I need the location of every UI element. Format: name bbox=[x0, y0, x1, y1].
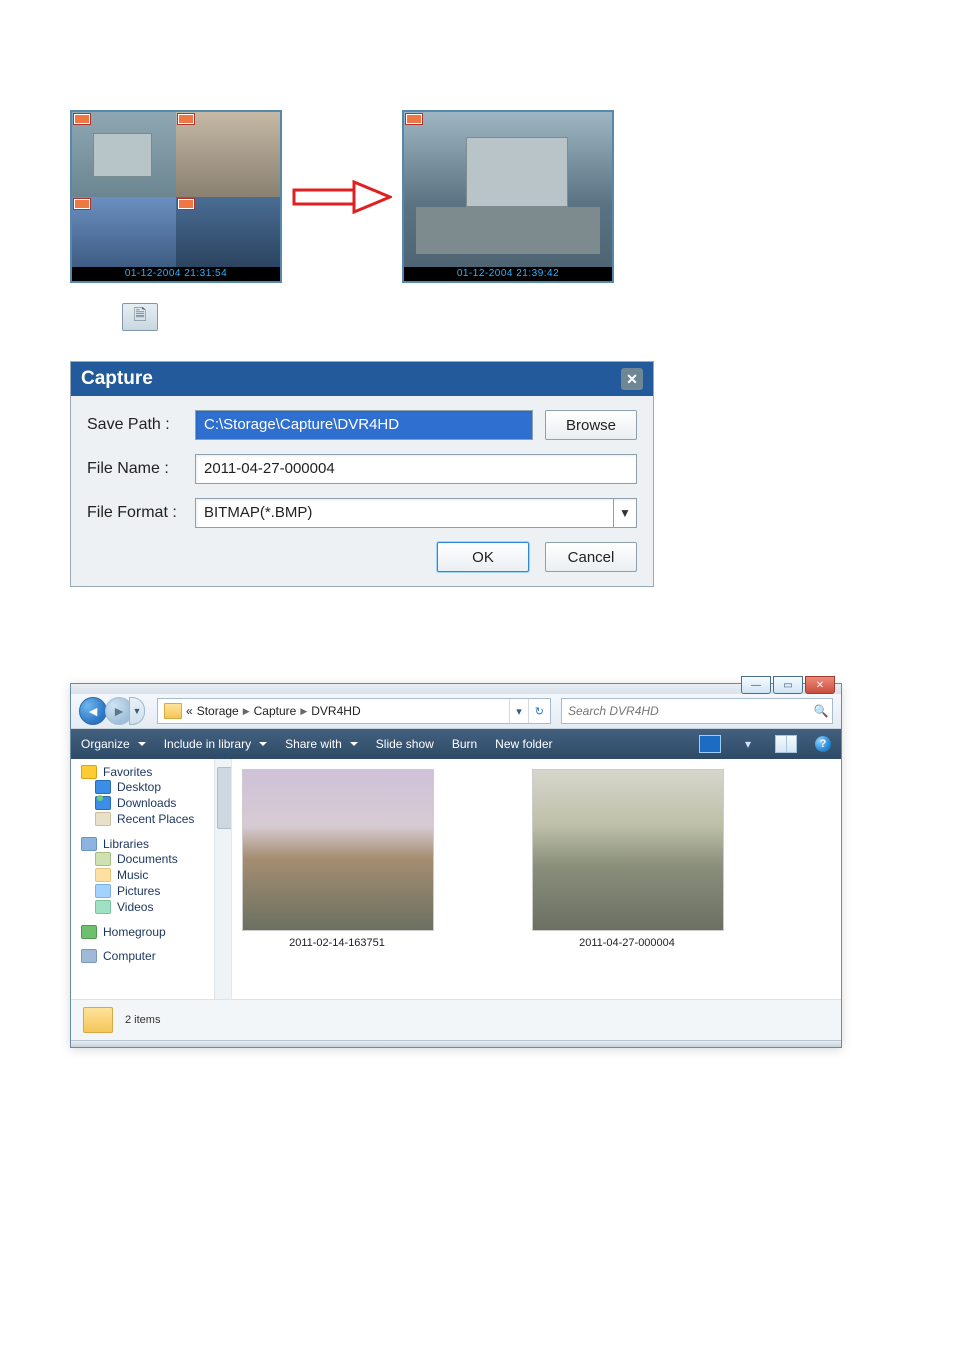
preview-comparison: 01-12-2004 21:31:54 01-12-2004 21:39:42 bbox=[70, 110, 954, 283]
nav-homegroup[interactable]: Homegroup bbox=[81, 925, 231, 939]
quad-timestamp: 01-12-2004 21:31:54 bbox=[72, 267, 280, 281]
file-thumbnail bbox=[532, 769, 724, 931]
capture-toolbar-button[interactable]: 🗎 bbox=[122, 303, 158, 331]
dialog-title: Capture bbox=[81, 368, 153, 390]
nav-videos[interactable]: Videos bbox=[81, 899, 231, 915]
music-icon bbox=[95, 868, 111, 882]
toolbar-burn[interactable]: Burn bbox=[452, 737, 477, 751]
file-format-select[interactable]: BITMAP(*.BMP) ▼ bbox=[195, 498, 637, 528]
toolbar-slide-show[interactable]: Slide show bbox=[376, 737, 434, 751]
nav-desktop[interactable]: Desktop bbox=[81, 779, 231, 795]
breadcrumb-sep-icon: ▶ bbox=[300, 706, 307, 717]
toolbar-view-thumbnails-button[interactable] bbox=[699, 735, 721, 753]
toolbar-include-in-library[interactable]: Include in library bbox=[164, 737, 267, 751]
libraries-icon bbox=[81, 837, 97, 851]
quad-cell-c bbox=[72, 197, 176, 268]
toolbar-preview-pane-button[interactable] bbox=[775, 735, 797, 753]
file-name: 2011-02-14-163751 bbox=[242, 937, 432, 949]
window-chrome-bottom bbox=[71, 1040, 841, 1047]
nav-pictures[interactable]: Pictures bbox=[81, 883, 231, 899]
file-name-label: File Name : bbox=[87, 460, 195, 478]
capture-dialog: Capture ✕ Save Path : C:\Storage\Capture… bbox=[70, 361, 654, 587]
dialog-titlebar: Capture ✕ bbox=[71, 362, 653, 396]
window-close-button[interactable]: ✕ bbox=[805, 676, 835, 694]
nav-favorites[interactable]: Favorites bbox=[81, 765, 231, 779]
quad-cell-a bbox=[72, 112, 176, 197]
nav-music[interactable]: Music bbox=[81, 867, 231, 883]
ok-button[interactable]: OK bbox=[437, 542, 529, 572]
pictures-icon bbox=[95, 884, 111, 898]
file-name: 2011-04-27-000004 bbox=[532, 937, 722, 949]
address-refresh-button[interactable]: ↻ bbox=[528, 699, 550, 723]
breadcrumb-lead: « bbox=[186, 704, 193, 718]
scrollbar-thumb[interactable] bbox=[217, 767, 232, 829]
toolbar-organize[interactable]: Organize bbox=[81, 737, 146, 751]
explorer-status-bar: 2 items bbox=[71, 999, 841, 1040]
breadcrumb-capture[interactable]: Capture bbox=[254, 704, 297, 718]
toolbar-help-button[interactable]: ? bbox=[815, 736, 831, 752]
dialog-close-button[interactable]: ✕ bbox=[621, 368, 643, 390]
address-bar[interactable]: « Storage ▶ Capture ▶ DVR4HD ▾ ↻ bbox=[157, 698, 551, 724]
nav-documents[interactable]: Documents bbox=[81, 851, 231, 867]
save-path-label: Save Path : bbox=[87, 416, 195, 434]
address-dropdown-button[interactable]: ▾ bbox=[509, 699, 528, 723]
toolbar-share-with[interactable]: Share with bbox=[285, 737, 358, 751]
quad-view: 01-12-2004 21:31:54 bbox=[70, 110, 282, 283]
nav-back-button[interactable]: ◄ bbox=[79, 697, 107, 725]
search-input[interactable] bbox=[562, 699, 810, 723]
folder-icon bbox=[83, 1007, 113, 1033]
nav-recent[interactable]: Recent Places bbox=[81, 811, 231, 827]
quad-cell-d bbox=[176, 197, 280, 268]
save-path-input[interactable]: C:\Storage\Capture\DVR4HD bbox=[195, 410, 533, 440]
nav-scrollbar[interactable] bbox=[214, 759, 231, 999]
computer-icon bbox=[81, 949, 97, 963]
explorer-search-box[interactable]: 🔍 bbox=[561, 698, 833, 724]
homegroup-icon bbox=[81, 925, 97, 939]
window-chrome-top: — ▭ ✕ bbox=[71, 684, 841, 694]
star-icon bbox=[81, 765, 97, 779]
documents-icon bbox=[95, 852, 111, 866]
explorer-nav-pane: Favorites Desktop Downloads Recent Place… bbox=[71, 759, 232, 999]
status-item-count: 2 items bbox=[125, 1014, 160, 1026]
file-thumbnail bbox=[242, 769, 434, 931]
explorer-file-pane[interactable]: 2011-02-14-163751 2011-04-27-000004 bbox=[232, 759, 841, 999]
nav-history-dropdown[interactable]: ▼ bbox=[129, 697, 145, 725]
downloads-icon bbox=[95, 796, 111, 810]
window-maximize-button[interactable]: ▭ bbox=[773, 676, 803, 694]
nav-libraries[interactable]: Libraries bbox=[81, 837, 231, 851]
toolbar-new-folder[interactable]: New folder bbox=[495, 737, 552, 751]
file-item[interactable]: 2011-04-27-000004 bbox=[532, 769, 722, 949]
breadcrumb-sep-icon: ▶ bbox=[243, 706, 250, 717]
file-name-input[interactable]: 2011-04-27-000004 bbox=[195, 454, 637, 484]
explorer-window: — ▭ ✕ ◄ ► ▼ « Storage ▶ Capture ▶ DVR4HD bbox=[70, 683, 842, 1048]
explorer-toolbar: Organize Include in library Share with S… bbox=[71, 729, 841, 759]
file-format-label: File Format : bbox=[87, 504, 195, 522]
videos-icon bbox=[95, 900, 111, 914]
nav-downloads[interactable]: Downloads bbox=[81, 795, 231, 811]
window-minimize-button[interactable]: — bbox=[741, 676, 771, 694]
explorer-address-bar-row: ◄ ► ▼ « Storage ▶ Capture ▶ DVR4HD ▾ ↻ bbox=[71, 694, 841, 729]
recent-icon bbox=[95, 812, 111, 826]
toolbar-view-dropdown-icon[interactable]: ▾ bbox=[739, 736, 757, 752]
breadcrumb-dvr4hd[interactable]: DVR4HD bbox=[311, 704, 360, 718]
folder-icon bbox=[164, 703, 182, 719]
dropdown-arrow-icon[interactable]: ▼ bbox=[613, 499, 636, 527]
quad-cell-b bbox=[176, 112, 280, 197]
file-item[interactable]: 2011-02-14-163751 bbox=[242, 769, 432, 949]
arrow-right-icon bbox=[292, 178, 392, 216]
nav-computer[interactable]: Computer bbox=[81, 949, 231, 963]
desktop-icon bbox=[95, 780, 111, 794]
search-icon[interactable]: 🔍 bbox=[810, 704, 832, 718]
file-format-value: BITMAP(*.BMP) bbox=[204, 499, 613, 527]
single-view: 01-12-2004 21:39:42 bbox=[402, 110, 614, 283]
browse-button[interactable]: Browse bbox=[545, 410, 637, 440]
cancel-button[interactable]: Cancel bbox=[545, 542, 637, 572]
breadcrumb-storage[interactable]: Storage bbox=[197, 704, 239, 718]
single-timestamp: 01-12-2004 21:39:42 bbox=[404, 267, 612, 281]
